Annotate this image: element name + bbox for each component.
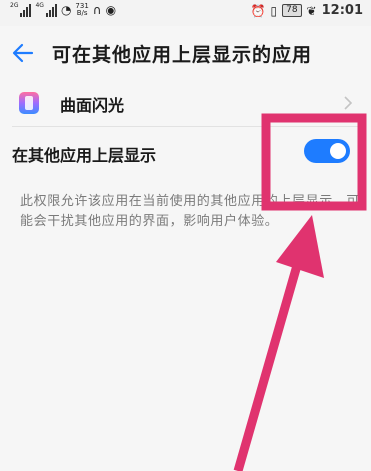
leaf-icon: ❦: [306, 3, 317, 18]
page-title: 可在其他应用上层显示的应用: [52, 44, 313, 66]
sync-icon: ◉: [105, 3, 117, 17]
overlay-permission-label: 在其他应用上层显示: [12, 146, 157, 165]
clock: 12:01: [321, 3, 363, 18]
vibrate-icon: ▯: [270, 3, 278, 18]
status-right: ⏰ ▯ 78 ❦ 12:01: [251, 3, 363, 18]
signal-icon: 2G: [10, 2, 32, 17]
back-arrow-icon[interactable]: [10, 40, 36, 66]
alarm-icon: ⏰: [250, 3, 266, 18]
permission-description: 此权限允许该应用在当前使用的其他应用的上层显示，可能会干扰其他应用的界面，影响用…: [20, 194, 361, 229]
headset-icon: ∩: [92, 3, 102, 17]
network-type-label: 4G: [35, 2, 44, 9]
app-name: 曲面闪光: [60, 96, 125, 115]
status-bar: 2G 4G ◔ 731 B/s ∩ ◉ ⏰ ▯ 78 ❦ 12:01: [0, 0, 371, 26]
wifi-icon: ◔: [60, 3, 72, 17]
signal-icon: 4G: [35, 2, 57, 17]
annotation-arrow-shaft: [233, 260, 303, 471]
overlay-permission-row: 在其他应用上层显示: [0, 127, 371, 177]
list-item-app[interactable]: 曲面闪光: [0, 82, 371, 126]
network-speed-unit: B/s: [76, 9, 88, 17]
status-left: 2G 4G ◔ 731 B/s ∩ ◉: [10, 3, 116, 17]
overlay-permission-toggle[interactable]: [304, 139, 350, 163]
toggle-knob: [330, 143, 346, 159]
network-speed: 731 B/s: [75, 3, 88, 17]
edge-lighting-app-icon: [19, 92, 39, 114]
header: 可在其他应用上层显示的应用: [0, 26, 371, 82]
network-type-label: 2G: [10, 2, 19, 9]
chevron-right-icon: [344, 96, 353, 110]
battery-indicator: 78: [282, 4, 302, 17]
